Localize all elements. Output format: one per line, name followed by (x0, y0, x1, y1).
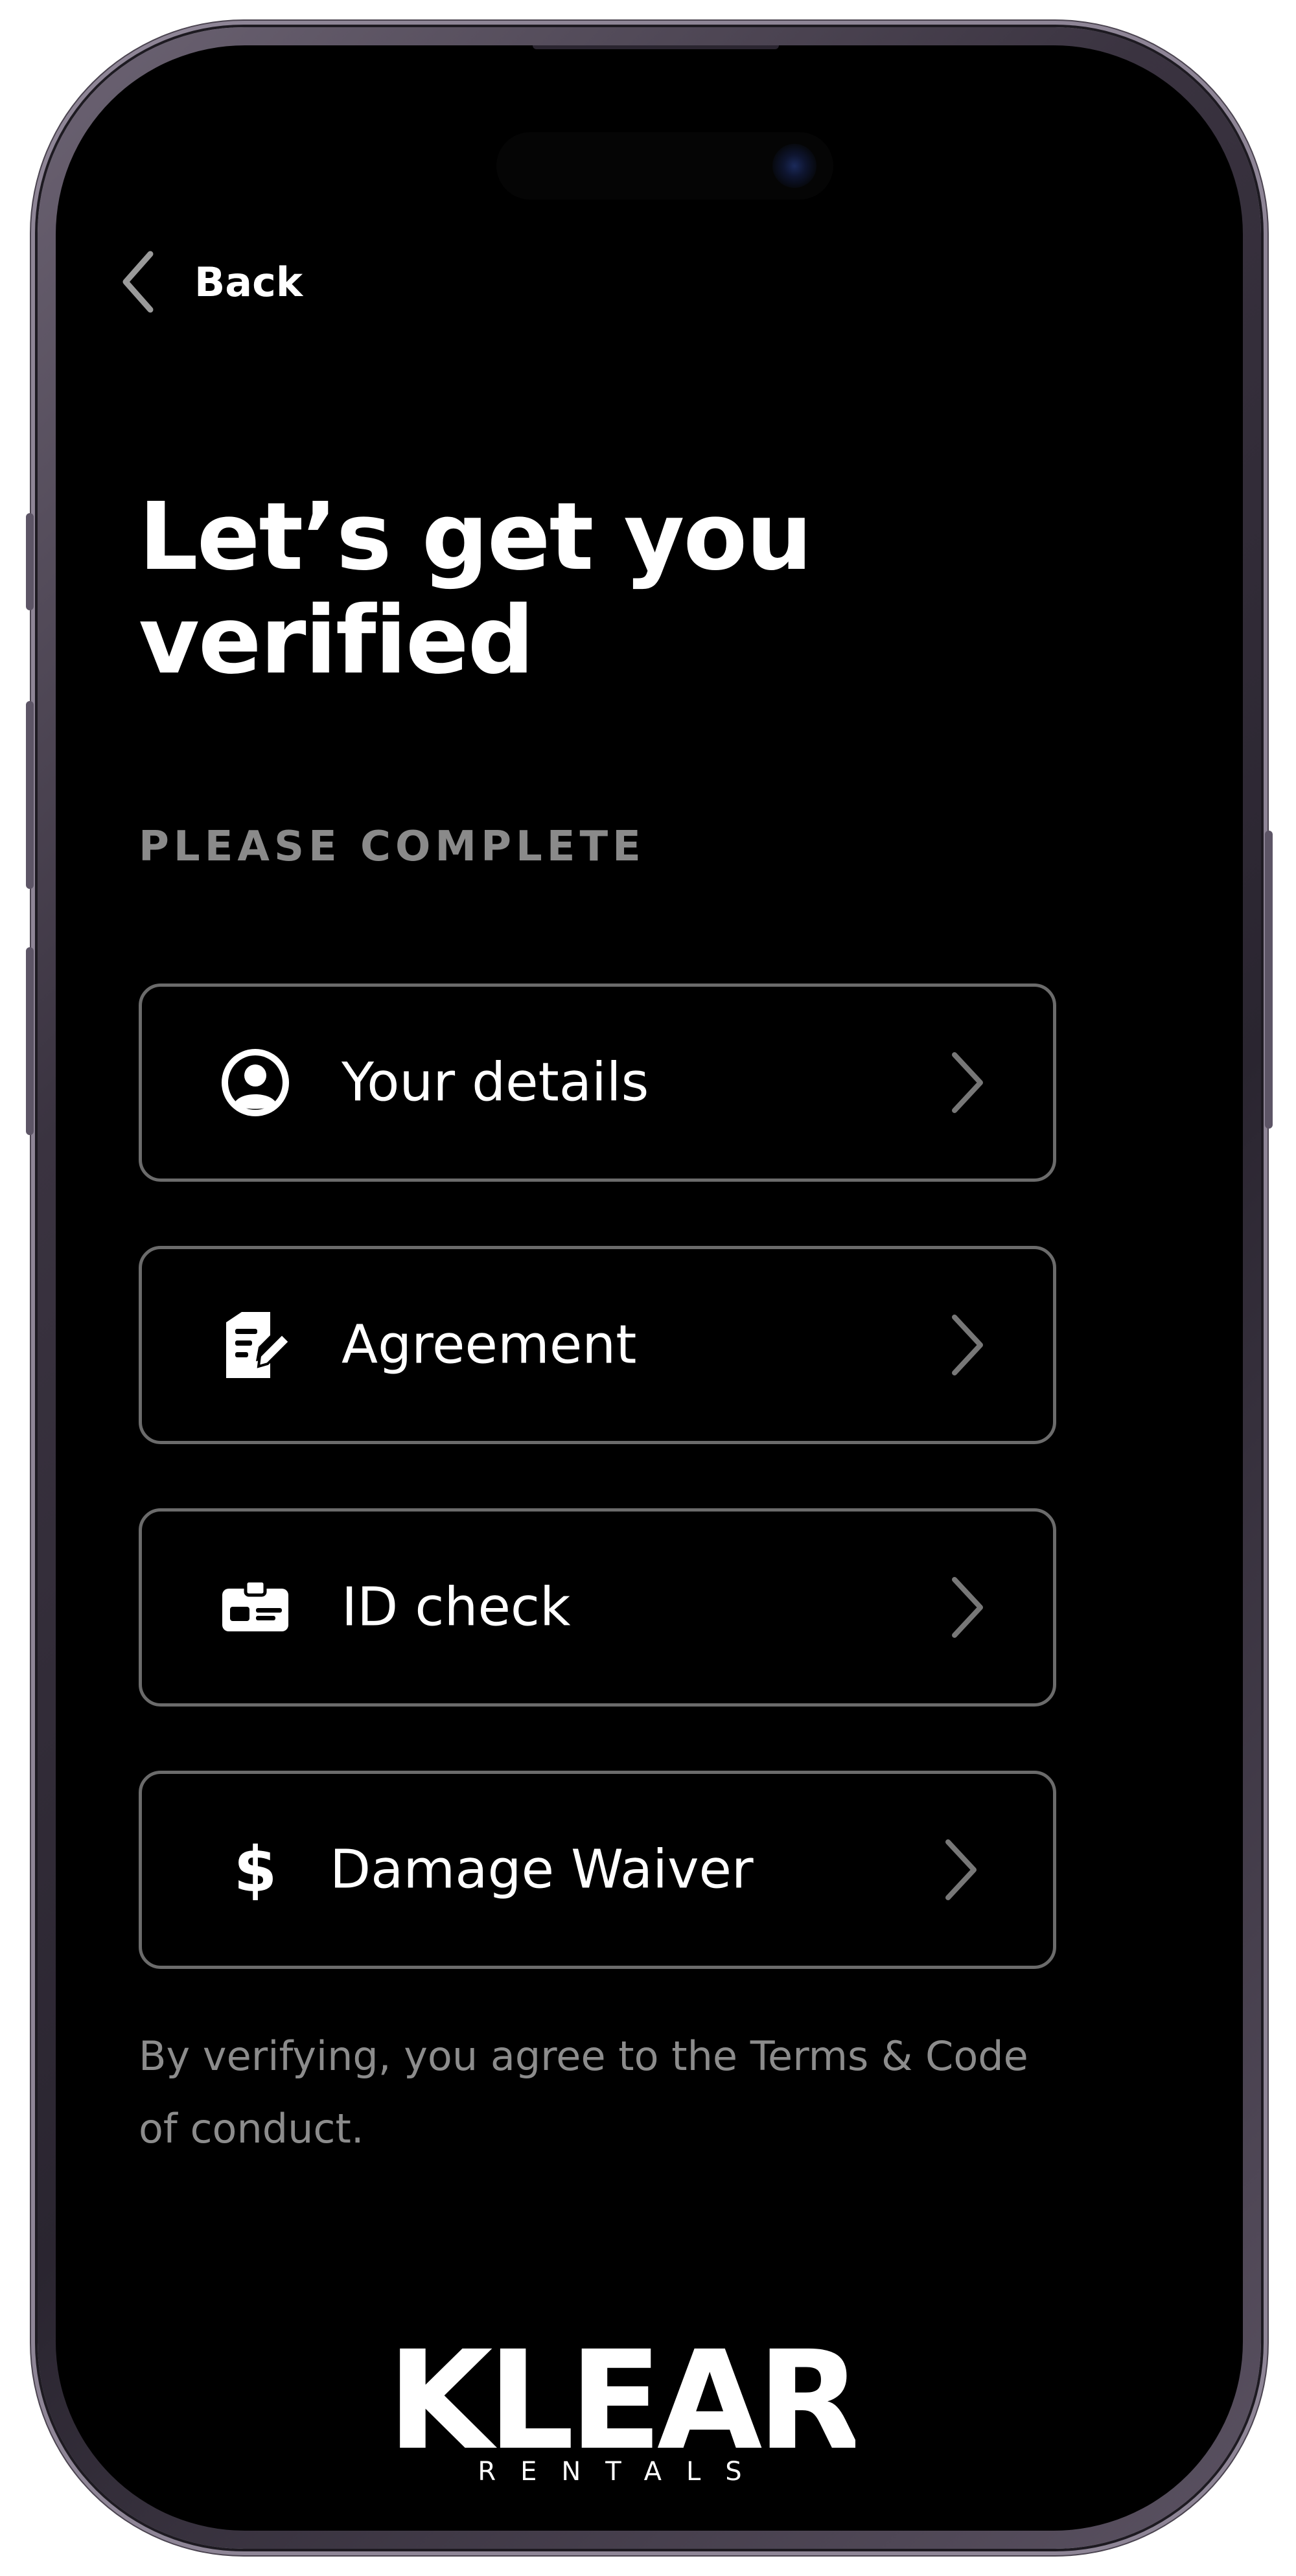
step-label: Your details (341, 1052, 649, 1114)
chevron-right-icon (945, 1839, 977, 1900)
dollar-glyph: $ (233, 1834, 277, 1906)
step-id-check[interactable]: ID check (139, 1508, 1056, 1707)
user-circle-icon (220, 1047, 291, 1118)
page-title: Let’s get you verified (139, 485, 981, 692)
speaker-grille (533, 45, 779, 49)
step-agreement[interactable]: Agreement (139, 1246, 1056, 1444)
chevron-right-icon (952, 1052, 983, 1113)
volume-up-button (26, 701, 34, 889)
front-camera (772, 144, 816, 188)
back-label: Back (194, 258, 303, 306)
terms-text: By verifying, you agree to the Terms & C… (139, 2032, 1028, 2152)
chevron-left-icon (122, 251, 154, 313)
step-damage-waiver[interactable]: $ Damage Waiver (139, 1771, 1056, 1969)
logo-subtext: RENTALS (478, 2457, 766, 2485)
brand-logo: KLEAR RENTALS (389, 2332, 855, 2485)
step-label: ID check (341, 1576, 571, 1639)
page-title-line-1: Let’s get you (139, 482, 813, 591)
document-edit-icon (220, 1309, 291, 1381)
chevron-right-icon (952, 1577, 983, 1638)
page-title-line-2: verified (139, 586, 535, 695)
id-card-icon (220, 1572, 291, 1643)
dollar-icon: $ (220, 1834, 291, 1905)
step-label: Agreement (341, 1314, 637, 1376)
volume-down-button (26, 947, 34, 1135)
step-your-details[interactable]: Your details (139, 983, 1056, 1182)
action-button (26, 513, 34, 610)
section-label: PLEASE COMPLETE (139, 823, 645, 871)
step-label: Damage Waiver (330, 1839, 754, 1901)
power-button (1265, 831, 1273, 1129)
back-button[interactable]: Back (117, 246, 303, 317)
chevron-right-icon (952, 1315, 983, 1375)
